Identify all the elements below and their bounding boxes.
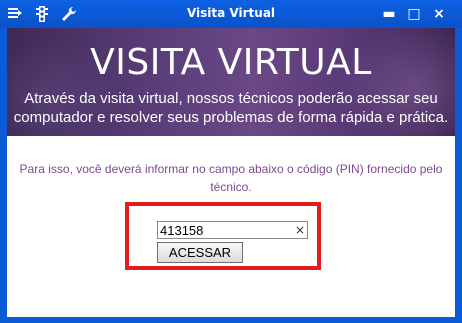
clear-icon[interactable]: × bbox=[293, 223, 307, 237]
title-bar[interactable]: Visita Virtual ▬ □ × bbox=[0, 0, 462, 28]
instructions-text: Para isso, você deverá informar no campo… bbox=[19, 162, 443, 194]
app-window: Visita Virtual ▬ □ × VISITA VIRTUAL Atra… bbox=[0, 0, 462, 323]
banner-subtitle: Através da visita virtual, nossos técnic… bbox=[13, 90, 449, 126]
content-area: VISITA VIRTUAL Através da visita virtual… bbox=[7, 28, 455, 317]
close-button[interactable]: × bbox=[430, 6, 448, 22]
banner: VISITA VIRTUAL Através da visita virtual… bbox=[7, 28, 455, 136]
minimize-button[interactable]: ▬ bbox=[380, 6, 398, 22]
maximize-button[interactable]: □ bbox=[405, 6, 423, 22]
pin-input[interactable] bbox=[157, 221, 308, 239]
banner-title: VISITA VIRTUAL bbox=[90, 42, 372, 83]
acessar-button[interactable]: ACESSAR bbox=[157, 242, 243, 263]
